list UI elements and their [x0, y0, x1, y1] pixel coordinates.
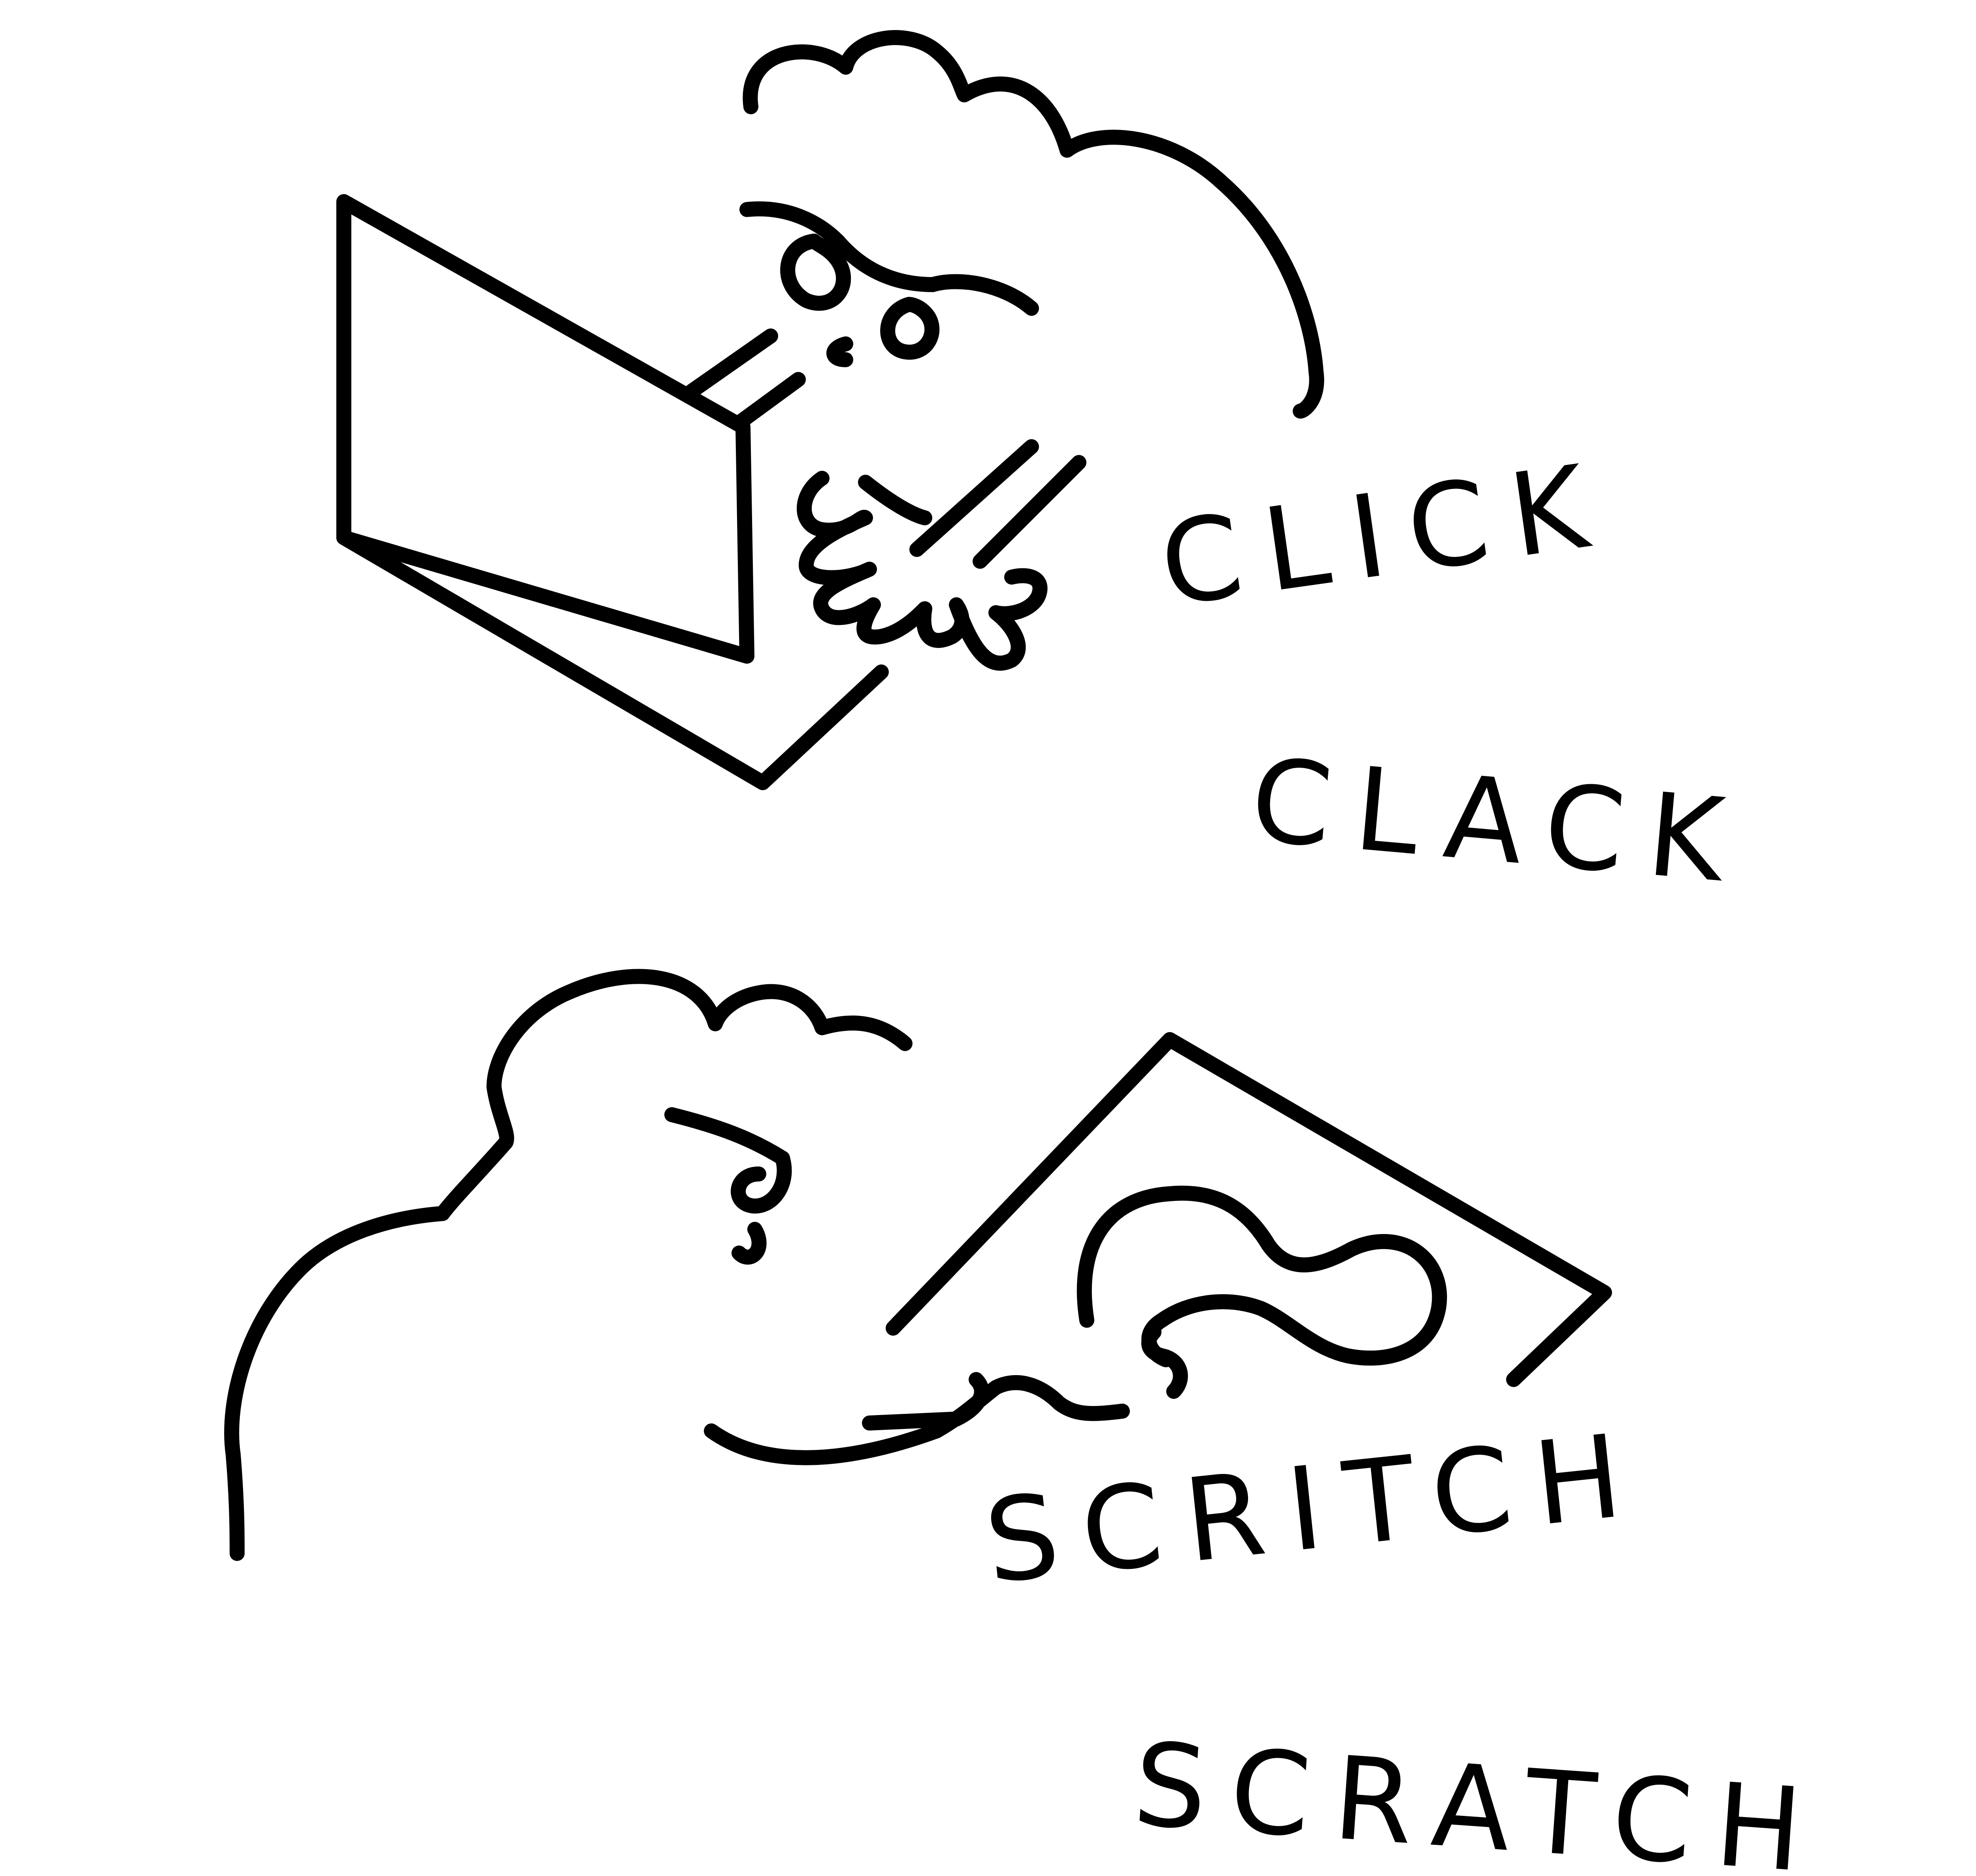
tablet-icon — [886, 1032, 1612, 1387]
line-art — [224, 30, 1612, 1561]
typing-person-neck-upper — [684, 328, 778, 399]
typing-hand — [797, 471, 1048, 671]
laptop-lid — [336, 194, 754, 664]
typing-person-nose — [826, 336, 853, 367]
typing-person-eye-right — [880, 274, 1039, 360]
drawing-canvas: CLICK CLACK SCRITCH SCRATCH — [0, 0, 1976, 1876]
drawing-person-figure — [224, 969, 1188, 1561]
drawing-person-hair — [224, 969, 913, 1561]
drawing-person-eye — [731, 1151, 792, 1214]
drawing-hand — [862, 1372, 989, 1431]
laptop-base — [336, 530, 889, 790]
typing-person-neck-lower — [732, 372, 806, 430]
typing-hand-finger — [858, 475, 932, 525]
typing-person-eye-left — [780, 234, 851, 311]
drawing-person-brow — [664, 1107, 790, 1166]
drawing-person-nose — [732, 1222, 767, 1265]
tablet-drawing-squiggle — [1077, 1185, 1447, 1367]
